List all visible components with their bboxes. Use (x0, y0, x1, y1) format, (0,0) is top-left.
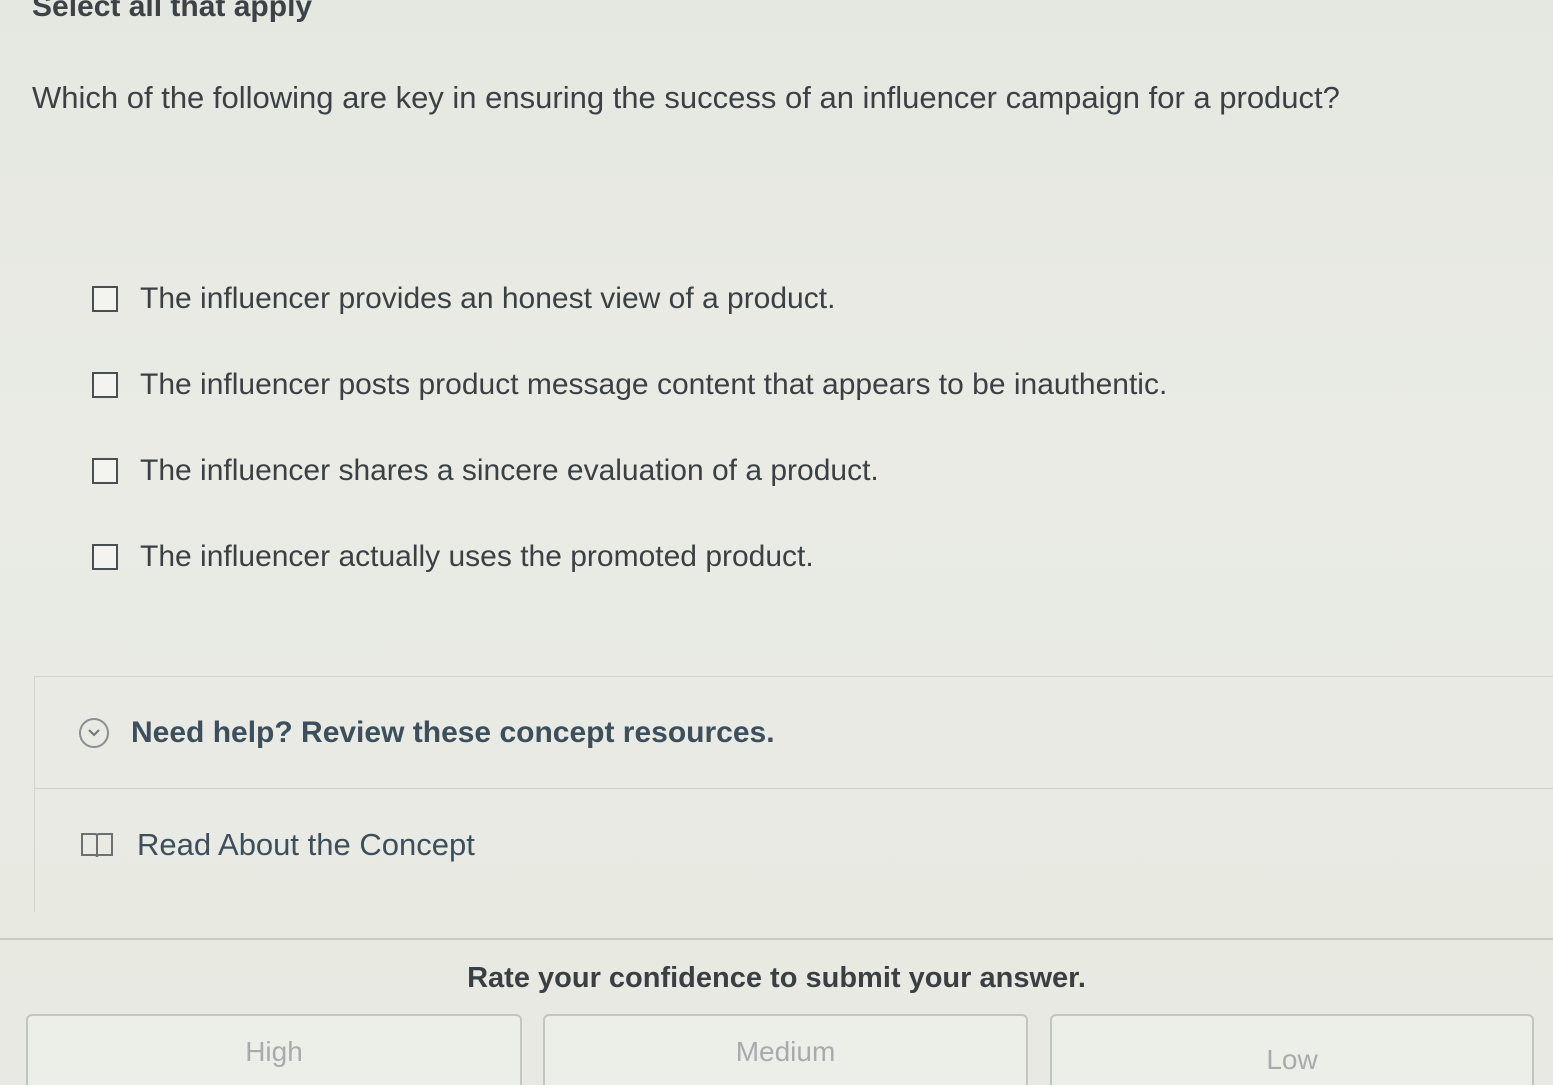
option-3[interactable]: The influencer shares a sincere evaluati… (92, 428, 1167, 514)
option-4[interactable]: The influencer actually uses the promote… (92, 514, 1167, 600)
option-3-checkbox[interactable] (92, 458, 118, 484)
option-2[interactable]: The influencer posts product message con… (92, 342, 1167, 428)
option-2-checkbox[interactable] (92, 372, 118, 398)
question-page: Select all that apply Which of the follo… (0, 0, 1553, 1085)
option-3-label[interactable]: The influencer shares a sincere evaluati… (140, 454, 879, 488)
concept-resources-panel: Need help? Review these concept resource… (34, 676, 1553, 912)
read-about-concept-label[interactable]: Read About the Concept (137, 827, 475, 863)
concept-resources-toggle[interactable]: Need help? Review these concept resource… (35, 677, 1553, 789)
option-2-label[interactable]: The influencer posts product message con… (140, 368, 1167, 402)
question-text: Which of the following are key in ensuri… (32, 80, 1340, 115)
concept-resources-title[interactable]: Need help? Review these concept resource… (131, 716, 775, 750)
read-about-concept-link[interactable]: Read About the Concept (35, 789, 1553, 901)
confidence-medium-button[interactable]: Medium (543, 1014, 1028, 1085)
option-1[interactable]: The influencer provides an honest view o… (92, 256, 1167, 342)
section-divider (0, 938, 1553, 940)
answer-options: The influencer provides an honest view o… (92, 256, 1167, 600)
confidence-prompt: Rate your confidence to submit your answ… (467, 962, 1086, 994)
option-1-checkbox[interactable] (92, 286, 118, 312)
confidence-low-button[interactable]: Low (1050, 1014, 1534, 1085)
confidence-high-button[interactable]: High (26, 1014, 522, 1085)
instruction-text: Select all that apply (32, 0, 313, 23)
chevron-down-icon[interactable] (79, 717, 109, 748)
option-4-label[interactable]: The influencer actually uses the promote… (140, 540, 814, 574)
option-4-checkbox[interactable] (92, 544, 118, 570)
option-1-label[interactable]: The influencer provides an honest view o… (140, 282, 835, 316)
book-icon (79, 830, 115, 860)
